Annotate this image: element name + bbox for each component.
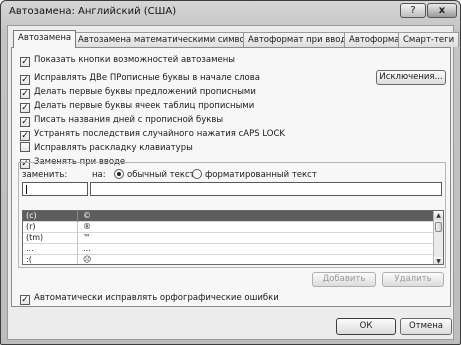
- option-fix-keyboard-layout[interactable]: Исправлять раскладку клавиатуры: [20, 142, 193, 154]
- close-icon: x: [438, 5, 446, 16]
- scroll-down-icon[interactable]: ▼: [434, 257, 443, 264]
- close-button[interactable]: x: [427, 3, 457, 18]
- replace-input[interactable]: [22, 182, 88, 196]
- radio-button[interactable]: [192, 169, 202, 179]
- entry-to: ®: [83, 222, 91, 231]
- tab-autocorrect[interactable]: Автозамена: [13, 30, 77, 48]
- option-label: Исправлять раскладку клавиатуры: [34, 143, 193, 153]
- option-capitalize-days[interactable]: ✓ Писать названия дней с прописной буквы: [20, 114, 224, 127]
- plain-text-label: обычный текст: [127, 170, 195, 180]
- option-label: Делать первые буквы предложений прописны…: [34, 87, 256, 97]
- tab-smart-tags[interactable]: Смарт-теги: [398, 32, 460, 47]
- help-button[interactable]: ?: [400, 3, 426, 18]
- replace-label: заменить:: [22, 170, 68, 180]
- entry-to: ©: [83, 211, 91, 220]
- checkbox[interactable]: ✓: [20, 75, 30, 85]
- checkbox[interactable]: ✓: [20, 103, 30, 113]
- window-title: Автозамена: Английский (США): [9, 6, 177, 17]
- checkbox[interactable]: ✓: [20, 117, 30, 127]
- cancel-button[interactable]: Отмена: [400, 318, 452, 335]
- option-show-buttons[interactable]: ✓ Показать кнопки возможностей автозамены: [20, 54, 235, 67]
- formatted-text-option[interactable]: форматированный текст: [192, 169, 317, 180]
- list-row[interactable]: :( ☹: [23, 255, 439, 264]
- entry-from: (r): [26, 222, 78, 233]
- checkbox[interactable]: ✓: [20, 57, 30, 67]
- dialog-body: Автозамена Автозамена математическими си…: [7, 25, 460, 340]
- option-capitalize-sentences[interactable]: ✓ Делать первые буквы предложений прописн…: [20, 86, 256, 99]
- scroll-thumb[interactable]: [435, 222, 442, 232]
- option-label: Исправлять ДВе ПРописные буквы в начале …: [34, 73, 260, 83]
- entry-from: (tm): [26, 233, 78, 244]
- option-label: Писать названия дней с прописной буквы: [34, 115, 224, 125]
- entry-to: …: [83, 244, 91, 253]
- with-label: на:: [92, 170, 106, 180]
- checkbox[interactable]: ✓: [20, 89, 30, 99]
- autocorrect-dialog: Автозамена: Английский (США) ? x Автозам…: [0, 0, 461, 345]
- exceptions-button[interactable]: Исключения...: [376, 70, 446, 85]
- tab-autoformat-as-you-type[interactable]: Автоформат при вводе: [243, 32, 357, 47]
- option-label: Делать первые буквы ячеек таблиц прописн…: [34, 101, 255, 111]
- scroll-up-icon[interactable]: ▲: [434, 211, 443, 220]
- plain-text-option[interactable]: обычный текст: [114, 169, 195, 180]
- checkbox[interactable]: ✓: [20, 295, 30, 305]
- option-fix-two-caps[interactable]: ✓ Исправлять ДВе ПРописные буквы в начале…: [20, 72, 260, 85]
- entry-to: ☹: [83, 255, 92, 264]
- option-label: Показать кнопки возможностей автозамены: [34, 55, 235, 65]
- entry-to: ™: [83, 233, 91, 242]
- text-caret: [26, 185, 27, 194]
- option-label: Устранять последствия случайного нажатия…: [34, 129, 285, 139]
- tab-strip: Автозамена Автозамена математическими си…: [11, 30, 460, 48]
- ok-button[interactable]: ОК: [336, 318, 396, 335]
- title-bar[interactable]: Автозамена: Английский (США) ? x: [1, 1, 460, 23]
- formatted-text-label: форматированный текст: [205, 170, 317, 180]
- list-row[interactable]: (tm) ™: [23, 233, 439, 244]
- option-fix-caps-lock[interactable]: ✓ Устранять последствия случайного нажати…: [20, 128, 285, 141]
- list-row[interactable]: (r) ®: [23, 222, 439, 233]
- checkbox[interactable]: ✓: [20, 131, 30, 141]
- list-row[interactable]: ... …: [23, 244, 439, 255]
- add-button[interactable]: Добавить: [312, 272, 376, 287]
- list-scrollbar[interactable]: ▲ ▼: [433, 211, 443, 264]
- autocorrect-list[interactable]: (c) © (r) ® (tm) ™ ... … :( ☹ ▲ ▼: [22, 210, 444, 265]
- entry-from: ...: [26, 244, 78, 255]
- autocorrect-panel: ✓ Показать кнопки возможностей автозамены…: [11, 47, 451, 307]
- list-row[interactable]: (c) ©: [23, 211, 439, 222]
- option-label: Автоматически исправлять орфографические…: [34, 293, 279, 303]
- with-input[interactable]: [90, 182, 442, 196]
- checkbox[interactable]: [20, 142, 30, 152]
- delete-button[interactable]: Удалить: [382, 272, 444, 287]
- option-capitalize-table-cells[interactable]: ✓ Делать первые буквы ячеек таблиц пропис…: [20, 100, 255, 113]
- entry-from: (c): [26, 211, 78, 222]
- help-icon: ?: [410, 5, 416, 16]
- entry-from: :(: [26, 255, 78, 264]
- option-auto-spelling[interactable]: ✓ Автоматически исправлять орфографически…: [20, 292, 279, 305]
- radio-button[interactable]: [114, 169, 124, 179]
